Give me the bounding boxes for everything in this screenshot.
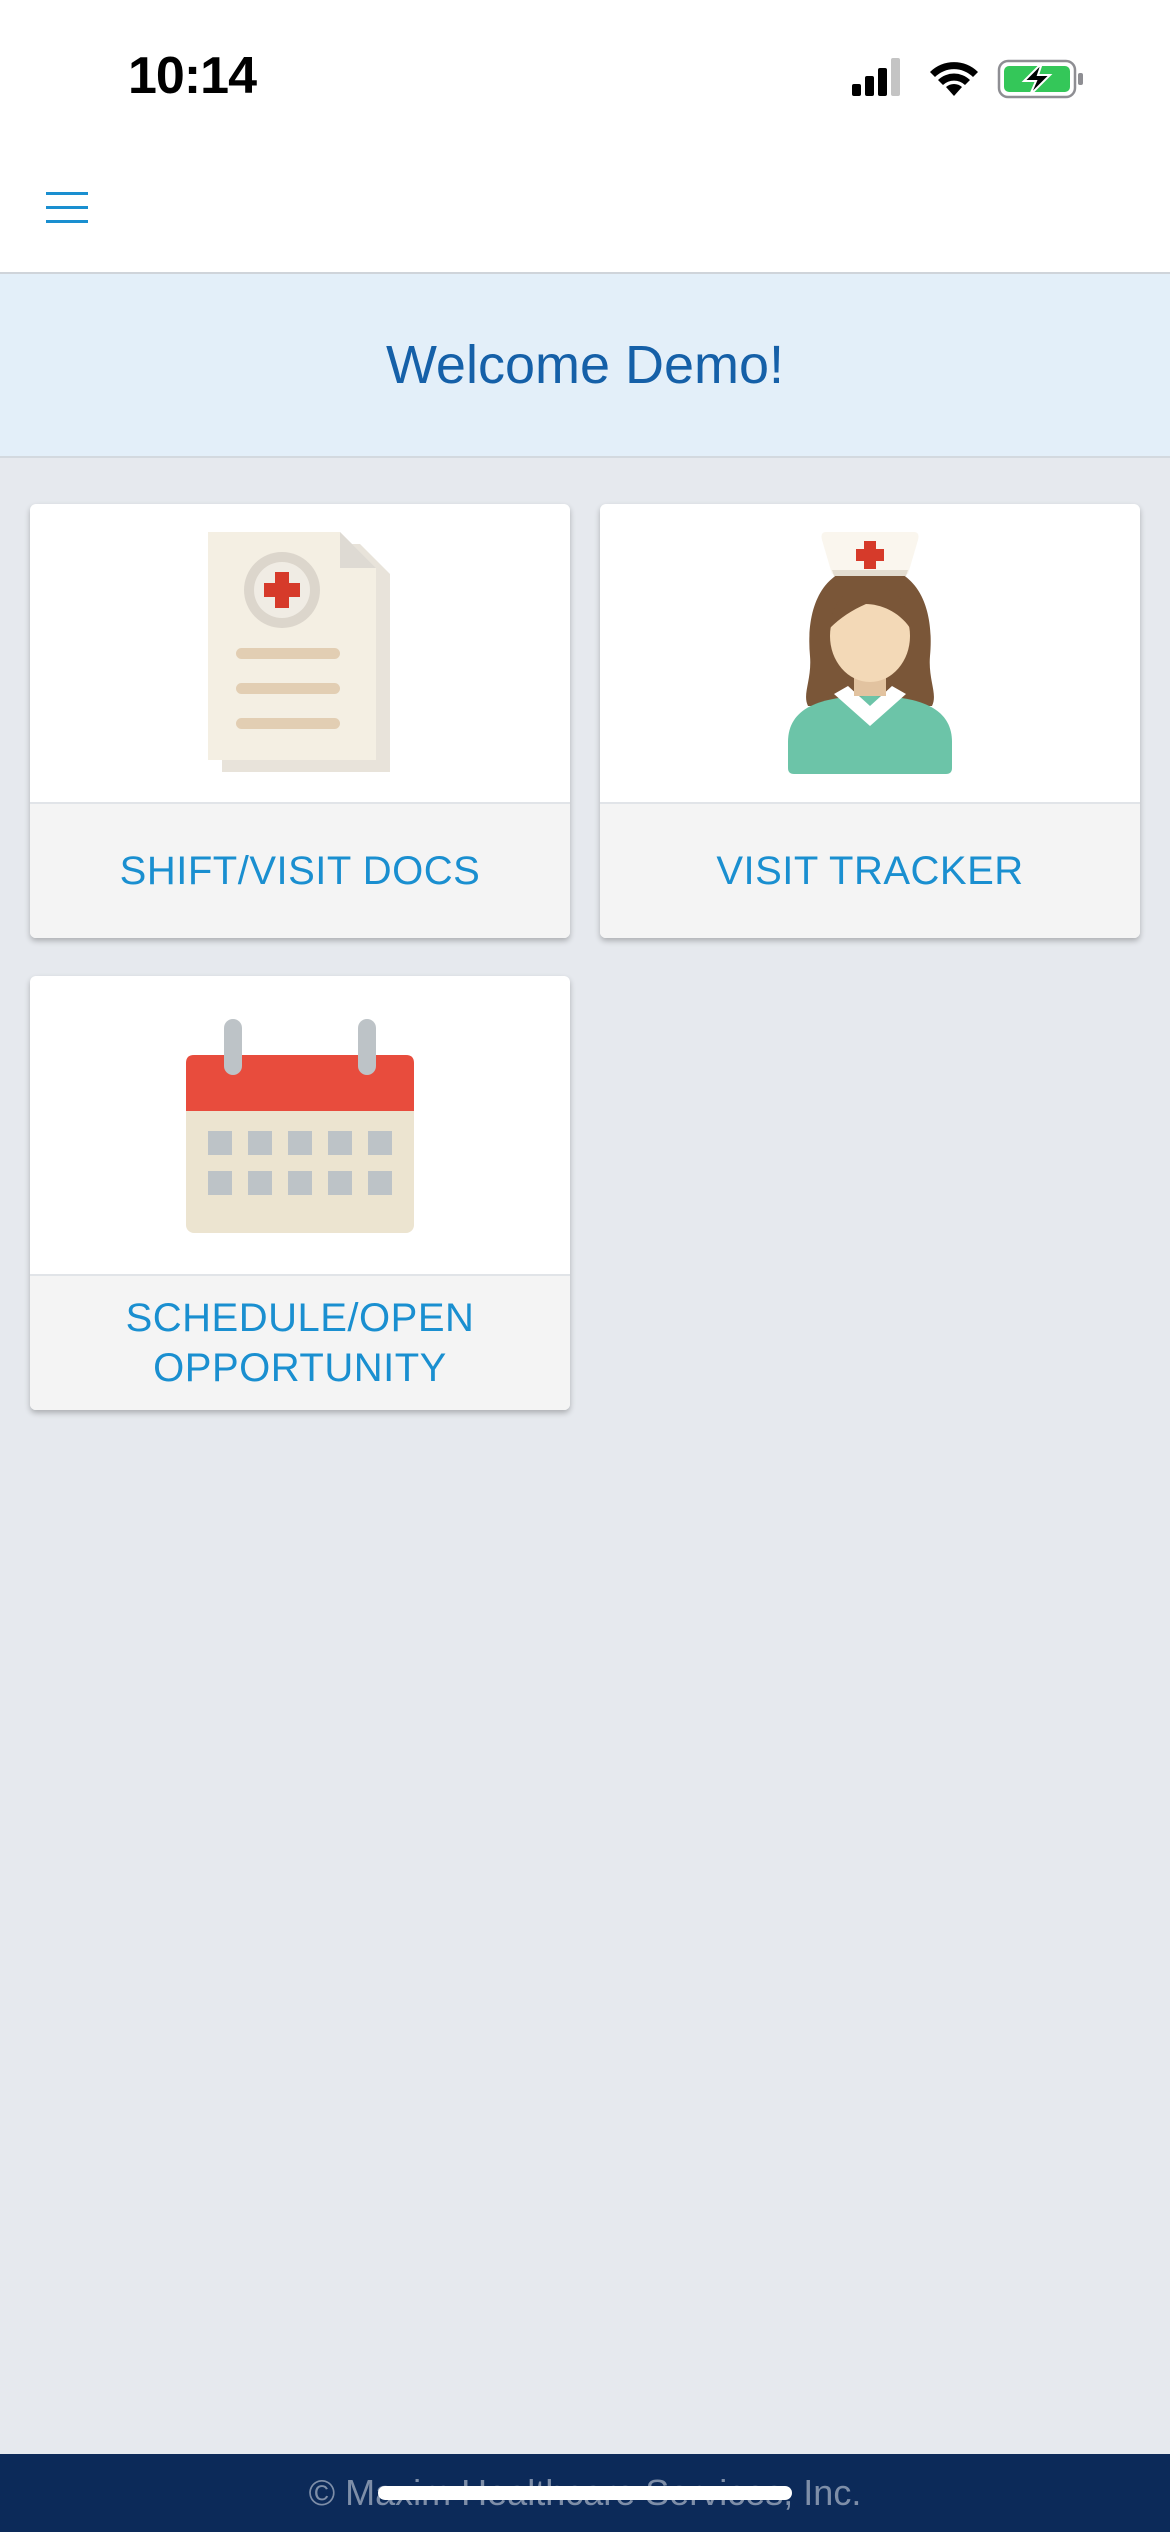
status-icons — [852, 54, 1092, 102]
schedule-open-opportunity-tile[interactable]: SCHEDULE/OPEN OPPORTUNITY — [30, 976, 570, 1410]
home-indicator[interactable] — [378, 2486, 792, 2500]
status-time: 10:14 — [128, 47, 257, 105]
tile-label-shift-visit-docs: SHIFT/VISIT DOCS — [119, 849, 481, 893]
tile-label-schedule-open-opportunity: SCHEDULE/OPEN OPPORTUNITY — [125, 1296, 475, 1390]
welcome-banner: Welcome Demo! — [0, 274, 1170, 458]
welcome-text: Welcome Demo! — [385, 335, 785, 395]
tile-label-visit-tracker: VISIT TRACKER — [716, 849, 1024, 893]
top-navbar — [0, 148, 1170, 274]
medical-document-icon — [208, 532, 390, 772]
status-bar: 10:14 — [0, 0, 1170, 148]
cellular-signal-icon — [852, 58, 900, 96]
battery-charging-icon — [997, 59, 1083, 99]
menu-button[interactable] — [44, 184, 92, 232]
nurse-icon — [788, 532, 952, 774]
visit-tracker-tile[interactable]: VISIT TRACKER — [600, 504, 1140, 938]
hamburger-menu-icon — [46, 192, 88, 223]
wifi-icon — [930, 62, 978, 96]
calendar-icon — [186, 1019, 414, 1233]
shift-visit-docs-tile[interactable]: SHIFT/VISIT DOCS — [30, 504, 570, 938]
